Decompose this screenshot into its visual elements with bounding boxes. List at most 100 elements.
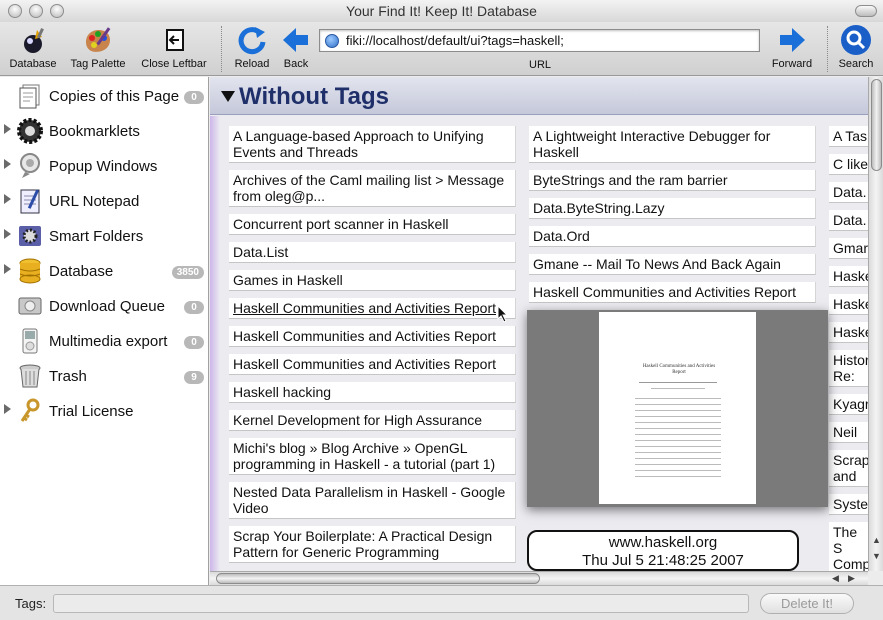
disclosure-triangle-icon[interactable]: [4, 159, 11, 169]
disclosure-triangle-icon[interactable]: [221, 91, 235, 102]
section-title: Without Tags: [239, 83, 389, 110]
copies-icon: [19, 84, 40, 109]
ipod-icon: [22, 328, 38, 354]
disclosure-triangle-icon[interactable]: [4, 124, 11, 134]
disclosure-triangle-icon[interactable]: [4, 404, 11, 414]
list-item[interactable]: Haskell Communities and Activities Repor…: [229, 326, 516, 347]
toolbar-toggle-button[interactable]: [855, 5, 877, 17]
list-item[interactable]: Haskell hacking: [229, 382, 516, 403]
app-window: Your Find It! Keep It! Database Database…: [0, 0, 883, 620]
sidebar-item-url-notepad[interactable]: URL Notepad: [0, 184, 209, 219]
list-item[interactable]: Data.: [829, 182, 868, 203]
list-item[interactable]: Kernel Development for High Assurance: [229, 410, 516, 431]
title-bar: Your Find It! Keep It! Database: [0, 0, 883, 22]
vertical-scrollbar[interactable]: ▲ ▼: [868, 77, 883, 571]
text-line: [635, 470, 721, 471]
sidebar-item-bookmarklets[interactable]: Bookmarklets: [0, 114, 209, 149]
trash-icon: [19, 364, 41, 388]
list-item[interactable]: Haskell Communities and Activities Repor…: [529, 282, 816, 303]
preview-thumbnail: Haskell Communities and Activities Repor…: [599, 312, 756, 504]
list-item[interactable]: Concurrent port scanner in Haskell: [229, 214, 516, 235]
list-item[interactable]: Haske: [829, 294, 868, 315]
scroll-down-arrow-icon[interactable]: ▼: [872, 551, 881, 561]
back-button[interactable]: Back: [277, 24, 315, 70]
count-badge: 3850: [171, 266, 204, 279]
window-title: Your Find It! Keep It! Database: [346, 3, 537, 19]
list-item[interactable]: The S Comp Comp: [829, 522, 868, 571]
close-leftbar-button[interactable]: Close Leftbar: [137, 24, 211, 70]
sidebar-item-popup-windows[interactable]: Popup Windows: [0, 149, 209, 184]
disclosure-triangle-icon[interactable]: [4, 194, 11, 204]
list-item[interactable]: Haske: [829, 322, 868, 343]
list-item[interactable]: ByteStrings and the ram barrier: [529, 170, 816, 191]
tags-label: Tags:: [15, 596, 47, 611]
list-item[interactable]: Kyagr: [829, 394, 868, 415]
list-item[interactable]: Data.List: [229, 242, 516, 263]
vertical-scroll-thumb[interactable]: [871, 79, 882, 171]
sidebar-item-database[interactable]: Database 3850: [0, 254, 209, 289]
list-item[interactable]: A Language-based Approach to Unifying Ev…: [229, 126, 516, 163]
list-item[interactable]: Games in Haskell: [229, 270, 516, 291]
list-item[interactable]: Data.: [829, 210, 868, 231]
preview-doc-title: Haskell Communities and Activities Repor…: [642, 364, 716, 375]
reload-button[interactable]: Reload: [231, 24, 273, 70]
list-item[interactable]: A Tas: [829, 126, 868, 147]
sidebar-item-trash[interactable]: Trash 9: [0, 359, 209, 394]
forward-arrow-icon: [780, 28, 805, 52]
list-item[interactable]: Archives of the Caml mailing list > Mess…: [229, 170, 516, 207]
list-item-hovered[interactable]: Haskell Communities and Activities Repor…: [229, 298, 516, 319]
text-line: [635, 422, 721, 423]
tags-input[interactable]: [53, 594, 749, 613]
list-item[interactable]: Histor Re: [H: [829, 350, 868, 387]
horizontal-scrollbar[interactable]: ◀ ▶: [210, 571, 868, 585]
list-item[interactable]: Gmar: [829, 238, 868, 259]
list-item[interactable]: Haske: [829, 266, 868, 287]
scroll-left-arrow-icon[interactable]: ◀: [832, 573, 839, 584]
sidebar-item-copies-of-this-page[interactable]: Copies of this Page 0: [0, 79, 209, 114]
tag-palette-button[interactable]: Tag Palette: [66, 24, 130, 70]
text-line: [635, 440, 721, 441]
delete-it-button[interactable]: Delete It!: [760, 593, 854, 614]
disclosure-triangle-icon[interactable]: [4, 229, 11, 239]
list-item[interactable]: A Lightweight Interactive Debugger for H…: [529, 126, 816, 163]
list-item[interactable]: Nested Data Parallelism in Haskell - Goo…: [229, 482, 516, 519]
list-item[interactable]: Scrap Your Boilerplate: A Practical Desi…: [229, 526, 516, 563]
database-icon: [19, 258, 41, 284]
sidebar-item-multimedia-export[interactable]: Multimedia export 0: [0, 324, 209, 359]
content-area: Without Tags A Language-based Approach t…: [210, 77, 868, 571]
toolbar: Database Tag Palette Close Leftbar Reloa…: [0, 22, 883, 76]
list-item[interactable]: Neil M: [829, 422, 868, 443]
count-badge: 0: [184, 336, 204, 349]
list-item[interactable]: C like: [829, 154, 868, 175]
scroll-up-arrow-icon[interactable]: ▲: [872, 535, 881, 545]
sidebar-item-smart-folders[interactable]: Smart Folders: [0, 219, 209, 254]
url-field[interactable]: fiki://localhost/default/ui?tags=haskell…: [319, 29, 760, 52]
url-text: fiki://localhost/default/ui?tags=haskell…: [346, 33, 564, 48]
database-button[interactable]: Database: [6, 24, 60, 70]
disclosure-triangle-icon[interactable]: [4, 264, 11, 274]
text-line: [651, 388, 705, 389]
list-item[interactable]: Haskell Communities and Activities Repor…: [229, 354, 516, 375]
disk-icon: [18, 297, 42, 315]
list-item[interactable]: Data.Ord: [529, 226, 816, 247]
list-item[interactable]: Gmane -- Mail To News And Back Again: [529, 254, 816, 275]
scroll-right-arrow-icon[interactable]: ▶: [848, 573, 855, 584]
minimize-window-button[interactable]: [29, 4, 43, 18]
forward-button[interactable]: Forward: [767, 24, 817, 70]
tag-bar: Tags: Delete It!: [0, 585, 883, 620]
search-button[interactable]: Search: [834, 24, 878, 70]
sidebar-item-trial-license[interactable]: Trial License: [0, 394, 209, 429]
list-item[interactable]: Michi's blog » Blog Archive » OpenGL pro…: [229, 438, 516, 475]
list-item[interactable]: Syste: [829, 494, 868, 515]
horizontal-scroll-thumb[interactable]: [216, 573, 540, 584]
list-item[interactable]: Data.ByteString.Lazy: [529, 198, 816, 219]
close-window-button[interactable]: [8, 4, 22, 18]
globe-icon: [325, 34, 339, 48]
list-item[interactable]: Scrap and G: [829, 450, 868, 487]
text-line: [635, 452, 721, 453]
sidebar-item-download-queue[interactable]: Download Queue 0: [0, 289, 209, 324]
database-icon: [24, 28, 44, 53]
zoom-window-button[interactable]: [50, 4, 64, 18]
page-preview: Haskell Communities and Activities Repor…: [527, 310, 828, 507]
section-header[interactable]: Without Tags: [210, 77, 868, 115]
